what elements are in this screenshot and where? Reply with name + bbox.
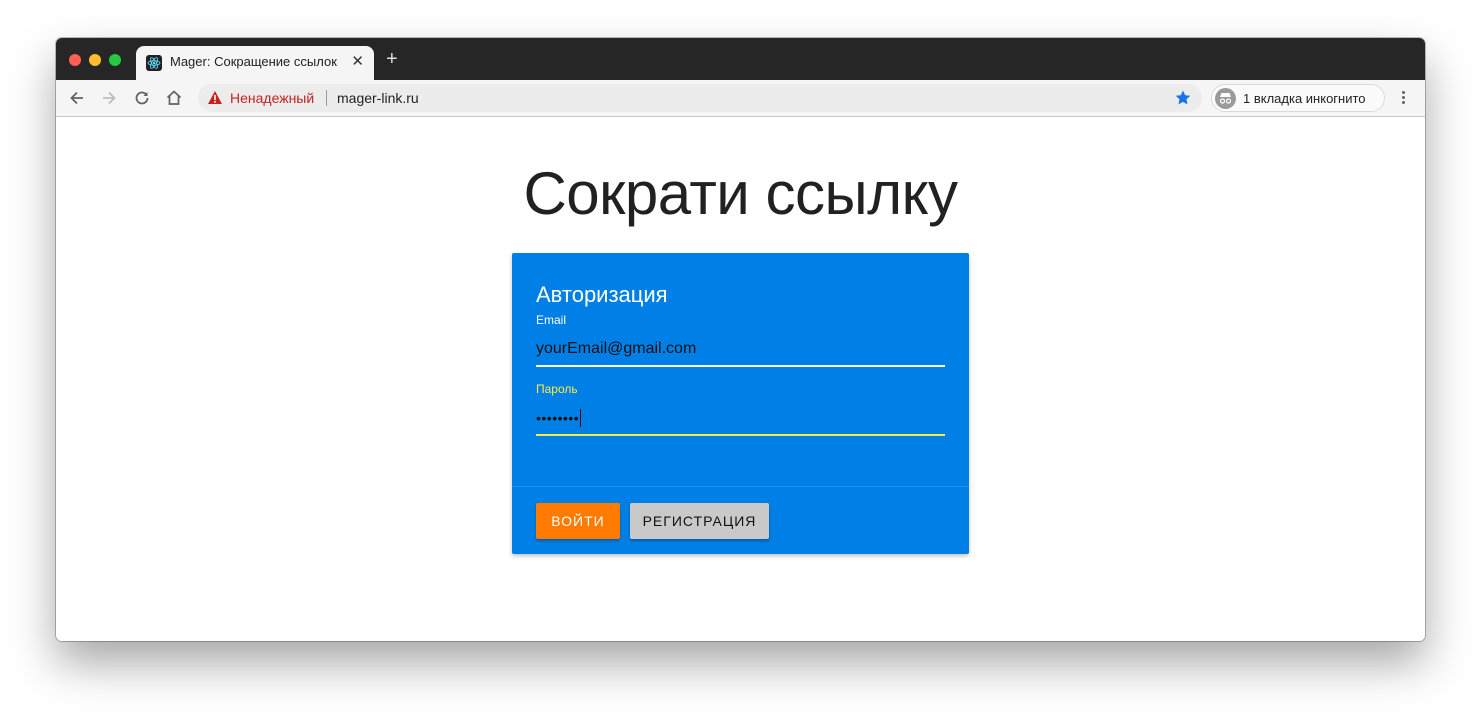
bookmark-star-icon[interactable]	[1174, 89, 1192, 112]
password-value: ••••••••	[536, 410, 580, 426]
address-bar[interactable]: Ненадежный mager-link.ru	[198, 84, 1202, 112]
reload-icon[interactable]	[132, 88, 152, 108]
email-field[interactable]: yourEmail@gmail.com	[536, 333, 945, 367]
tab-strip: Mager: Сокращение ссылок ✕ +	[56, 38, 1425, 80]
tab-mager[interactable]: Mager: Сокращение ссылок ✕	[136, 46, 374, 80]
url-text[interactable]: mager-link.ru	[337, 90, 419, 106]
page-title: Сократи ссылку	[523, 160, 958, 227]
login-button[interactable]: ВОЙТИ	[536, 503, 620, 539]
react-favicon-icon	[146, 55, 162, 71]
home-icon[interactable]	[164, 88, 184, 108]
text-caret	[580, 409, 582, 427]
incognito-indicator[interactable]: 1 вкладка инкогнито	[1211, 84, 1385, 112]
email-label: Email	[536, 313, 567, 327]
security-status-label[interactable]: Ненадежный	[230, 90, 314, 106]
close-window-button[interactable]	[69, 54, 81, 66]
forward-arrow-icon[interactable]	[99, 88, 119, 108]
email-value: yourEmail@gmail.com	[536, 340, 697, 357]
tab-close-icon[interactable]: ✕	[351, 54, 364, 70]
omnibox-divider	[326, 90, 327, 106]
password-field[interactable]: ••••••••	[536, 402, 945, 436]
card-divider	[512, 486, 969, 487]
browser-toolbar: Ненадежный mager-link.ru 1 вкладка инког…	[56, 80, 1425, 117]
zoom-window-button[interactable]	[109, 54, 121, 66]
page-content: Сократи ссылку Авторизация Email yourEma…	[56, 117, 1425, 641]
password-label: Пароль	[536, 382, 578, 396]
incognito-label: 1 вкладка инкогнито	[1243, 91, 1366, 106]
more-vert-icon[interactable]	[1398, 89, 1408, 107]
back-arrow-icon[interactable]	[67, 88, 87, 108]
browser-window: Mager: Сокращение ссылок ✕ + Ненадежный …	[56, 38, 1425, 641]
tab-title: Mager: Сокращение ссылок	[170, 54, 337, 69]
warning-icon[interactable]	[207, 90, 223, 110]
register-button[interactable]: РЕГИСТРАЦИЯ	[630, 503, 769, 539]
new-tab-button[interactable]: +	[386, 49, 398, 69]
card-title: Авторизация	[536, 282, 668, 307]
minimize-window-button[interactable]	[89, 54, 101, 66]
auth-card: Авторизация Email yourEmail@gmail.com Па…	[512, 253, 969, 554]
incognito-icon	[1215, 88, 1236, 109]
